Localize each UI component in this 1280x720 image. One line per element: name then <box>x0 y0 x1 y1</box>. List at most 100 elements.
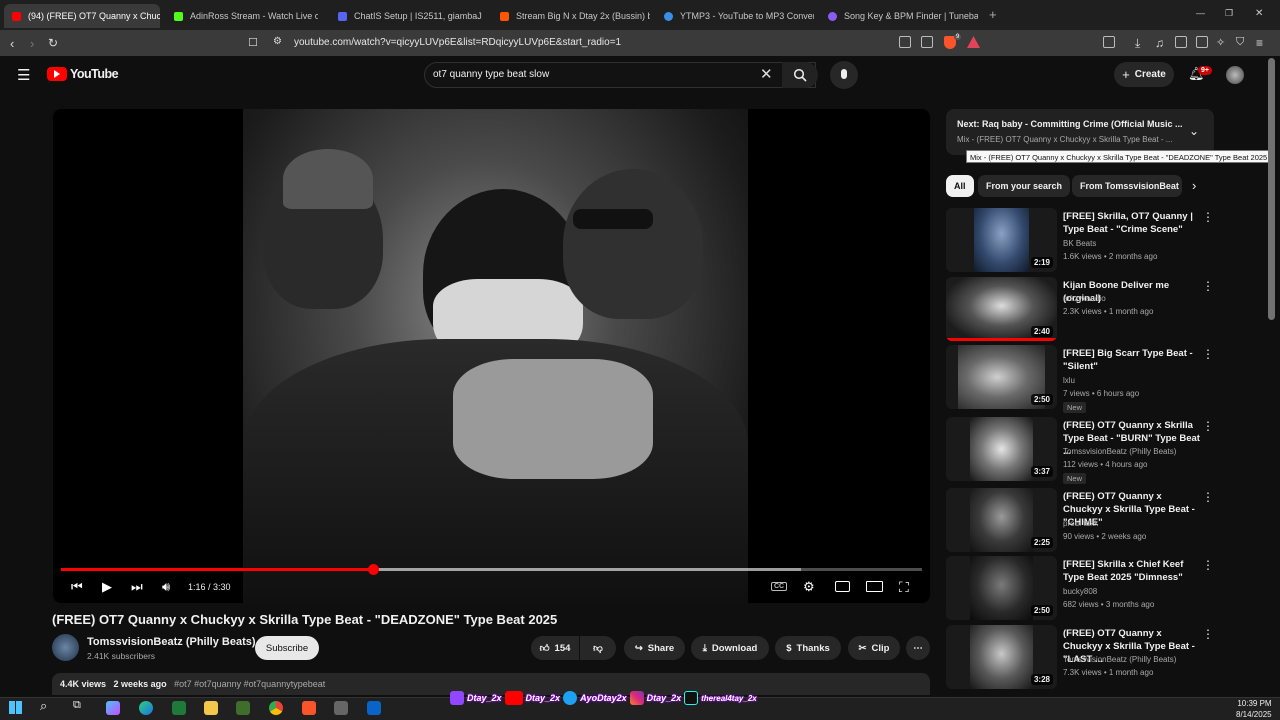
outlook-icon[interactable] <box>367 701 381 715</box>
more-vertical-icon[interactable]: ⋮ <box>1202 490 1214 504</box>
video-thumbnail[interactable]: 2:19 <box>946 208 1057 272</box>
wallet-icon[interactable] <box>1196 36 1208 48</box>
xbox-icon[interactable] <box>172 701 186 715</box>
app-grid-icon[interactable] <box>334 701 348 715</box>
hamburger-icon[interactable]: ☰ <box>17 66 30 84</box>
list-item[interactable]: 2:19 [FREE] Skrilla, OT7 Quanny | Type B… <box>946 208 1216 272</box>
create-button[interactable]: + Create <box>1114 62 1174 87</box>
sidebar-toggle-icon[interactable] <box>1103 36 1115 48</box>
leo-ai-icon[interactable]: ✧ <box>1216 36 1225 49</box>
downloads-icon[interactable]: ⤓ <box>1135 36 1140 51</box>
list-item[interactable]: 2:50 [FREE] Big Scarr Type Beat - "Silen… <box>946 345 1216 413</box>
video-thumbnail[interactable]: 3:37 <box>946 417 1057 481</box>
video-thumbnail[interactable]: 2:50 <box>946 345 1057 409</box>
video-thumbnail[interactable]: 3:28 <box>946 625 1057 689</box>
subscribe-button[interactable]: Subscribe <box>255 636 319 660</box>
more-actions-button[interactable]: ⋯ <box>906 636 930 660</box>
more-vertical-icon[interactable]: ⋮ <box>1202 279 1214 293</box>
app-shield-icon[interactable] <box>236 701 250 715</box>
list-item[interactable]: 3:28 (FREE) OT7 Quanny x Chuckyy x Skril… <box>946 625 1216 689</box>
youtube-logo[interactable]: YouTube <box>47 67 119 81</box>
windows-start-icon[interactable] <box>9 701 22 714</box>
more-vertical-icon[interactable]: ⋮ <box>1202 210 1214 224</box>
back-icon[interactable]: ‹ <box>10 36 14 51</box>
menu-icon[interactable]: ≡ <box>1256 36 1263 50</box>
minimize-button[interactable]: — <box>1196 8 1205 18</box>
play-icon[interactable]: ▶︎ <box>102 579 112 595</box>
next-icon[interactable]: ⏭︎ <box>131 579 143 595</box>
taskbar-clock[interactable]: 10:39 PM 8/14/2025 <box>1236 698 1272 720</box>
tab-title: (94) (FREE) OT7 Quanny x Chuck <box>28 11 160 21</box>
list-item[interactable]: 2:40 Kijan Boone Deliver me (orginal) ar… <box>946 277 1216 341</box>
split-view-icon[interactable] <box>1175 36 1187 48</box>
search-input[interactable]: ot7 quanny type beat slow <box>433 69 549 80</box>
share-page-icon[interactable] <box>921 36 933 48</box>
video-player[interactable] <box>53 109 930 603</box>
video-thumbnail[interactable]: 2:40 <box>946 277 1057 341</box>
download-button[interactable]: ⤓ Download <box>691 636 769 660</box>
file-explorer-icon[interactable] <box>204 701 218 715</box>
rewards-icon[interactable] <box>967 36 980 48</box>
forward-icon[interactable]: › <box>30 36 34 51</box>
tab-chatis[interactable]: ChatIS Setup | IS2511, giambaJ <box>330 4 482 28</box>
bookmark-icon[interactable]: ☐ <box>248 36 258 49</box>
chrome-icon[interactable] <box>269 701 283 715</box>
tab-soundcloud[interactable]: Stream Big N x Dtay 2x (Bussin) by D <box>492 4 650 28</box>
tab-ytmp3[interactable]: YTMP3 - YouTube to MP3 Converter <box>656 4 814 28</box>
media-icon[interactable]: ♫ <box>1155 36 1164 50</box>
chevron-right-icon[interactable]: › <box>1192 178 1196 193</box>
list-item[interactable]: 2:25 (FREE) OT7 Quanny x Chuckyy x Skril… <box>946 488 1216 552</box>
cast-icon[interactable] <box>899 36 911 48</box>
restore-button[interactable]: ❐ <box>1225 8 1233 19</box>
chip-all[interactable]: All <box>946 175 974 197</box>
more-vertical-icon[interactable]: ⋮ <box>1202 627 1214 641</box>
share-button[interactable]: ↪ Share <box>624 636 685 660</box>
video-thumbnail[interactable]: 2:25 <box>946 488 1057 552</box>
reload-icon[interactable]: ↻ <box>48 36 58 50</box>
copilot-icon[interactable] <box>106 701 120 715</box>
progress-bar[interactable] <box>61 564 922 575</box>
theater-mode-icon[interactable] <box>866 581 883 592</box>
list-item[interactable]: 3:37 (FREE) OT7 Quanny x Skrilla Type Be… <box>946 417 1216 484</box>
scrubber-handle[interactable] <box>367 564 379 575</box>
fullscreen-icon[interactable]: ⛶ <box>899 579 909 596</box>
tab-tunebat[interactable]: Song Key & BPM Finder | Tunebat <box>820 4 978 28</box>
chevron-down-icon[interactable]: ⌄ <box>1189 124 1199 138</box>
volume-icon[interactable]: 🔊︎ <box>162 579 170 595</box>
site-info-icon[interactable]: ⚙ <box>273 36 282 47</box>
new-tab-button[interactable]: + <box>989 7 997 22</box>
more-vertical-icon[interactable]: ⋮ <box>1202 347 1214 361</box>
close-window-button[interactable]: ✕ <box>1255 8 1263 19</box>
dislike-button[interactable]: 👎︎ <box>580 636 616 660</box>
url-field[interactable]: youtube.com/watch?v=qicyyLUVp6E&list=RDq… <box>294 37 621 48</box>
more-vertical-icon[interactable]: ⋮ <box>1202 558 1214 572</box>
channel-avatar[interactable] <box>52 634 79 661</box>
tab-kick[interactable]: AdinRoss Stream - Watch Live on Ki <box>166 4 318 28</box>
hashtags[interactable]: #ot7 #ot7quanny #ot7quannytypebeat <box>174 679 325 689</box>
captions-button[interactable]: CC <box>771 582 788 591</box>
like-button[interactable]: 👍︎ 154 <box>531 636 579 660</box>
page-scrollbar[interactable] <box>1268 58 1275 320</box>
channel-name[interactable]: TomssvisionBeatz (Philly Beats) <box>87 636 256 648</box>
chip-from-your-search[interactable]: From your search <box>978 175 1071 197</box>
tab-youtube[interactable]: (94) (FREE) OT7 Quanny x Chuck ✕ <box>4 4 160 28</box>
miniplayer-icon[interactable] <box>835 581 850 592</box>
clear-search-icon[interactable]: ✕ <box>760 65 773 83</box>
chip-from-channel[interactable]: From TomssvisionBeat <box>1072 175 1182 197</box>
settings-gear-icon[interactable]: ⚙ <box>803 579 815 595</box>
up-next-panel[interactable]: Next: Raq baby - Committing Crime (Offic… <box>946 109 1214 155</box>
account-avatar[interactable] <box>1226 66 1244 84</box>
taskbar-search-icon[interactable]: ⌕ <box>40 698 47 714</box>
list-item[interactable]: 2:50 [FREE] Skrilla x Chief Keef Type Be… <box>946 556 1216 620</box>
task-view-icon[interactable]: ⧉ <box>73 699 81 712</box>
thanks-button[interactable]: $ Thanks <box>775 636 841 660</box>
clip-button[interactable]: ✂ Clip <box>848 636 900 660</box>
previous-icon[interactable]: ⏮︎ <box>71 579 83 595</box>
brave-icon[interactable] <box>302 701 316 715</box>
vpn-icon[interactable]: ⛉ <box>1236 36 1244 49</box>
search-button[interactable] <box>782 62 818 88</box>
voice-search-button[interactable] <box>830 61 858 89</box>
edge-icon[interactable] <box>139 701 153 715</box>
video-thumbnail[interactable]: 2:50 <box>946 556 1057 620</box>
more-vertical-icon[interactable]: ⋮ <box>1202 419 1214 433</box>
